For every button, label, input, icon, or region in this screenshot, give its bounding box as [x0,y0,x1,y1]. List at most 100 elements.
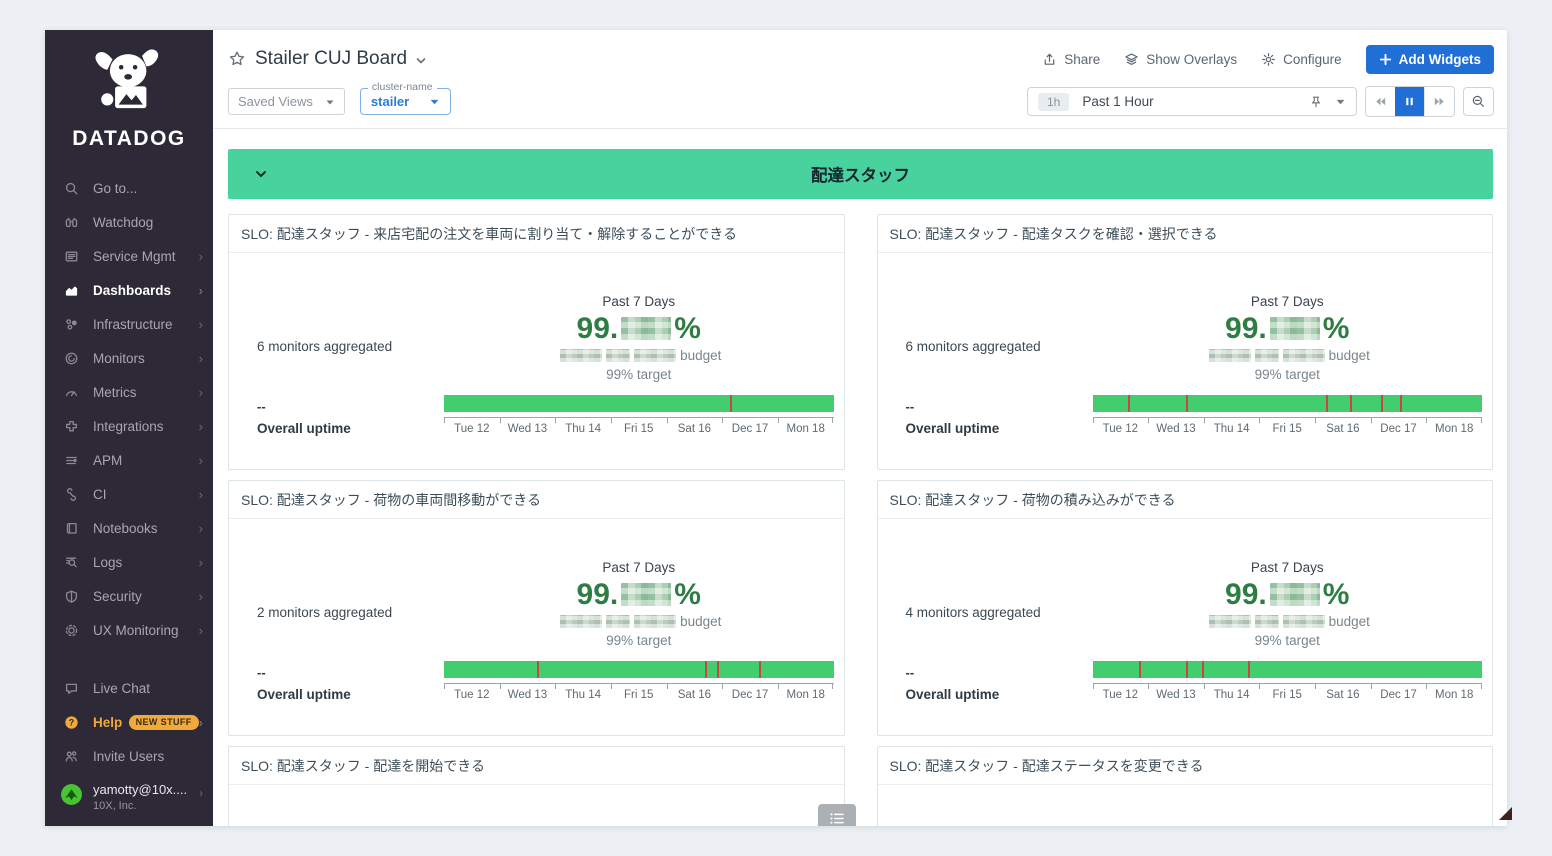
redacted-budget [560,349,602,362]
uptime-bar[interactable] [444,395,834,412]
magnifier-minus-icon [1471,94,1486,109]
incident-tick [537,661,539,678]
incident-tick [730,395,732,412]
axis-tick-label: Tue 12 [444,684,500,701]
slo-widget: SLO: 配達スタッフ - 荷物の積み込みができる 4 monitors agg… [877,480,1494,736]
sidebar: DATADOG Go to... › Watchdog › Service Mg… [45,30,213,826]
slo-widget: SLO: 配達スタッフ - 配達タスクを確認・選択できる 6 monitors … [877,214,1494,470]
slo-widget-title[interactable]: SLO: 配達スタッフ - 配達タスクを確認・選択できる [878,215,1493,253]
slo-percentage: 99.% [444,312,834,345]
sidebar-item-ux-monitoring[interactable]: UX Monitoring › [45,613,213,647]
overall-uptime-label: Overall uptime [257,421,351,436]
axis-tick-label: Sat 16 [1315,418,1371,435]
incident-tick [1248,661,1250,678]
sidebar-item-apm[interactable]: APM › [45,443,213,477]
slo-widget-title[interactable]: SLO: 配達スタッフ - 来店宅配の注文を車両に割り当て・解除することができる [229,215,844,253]
sidebar-item-infrastructure[interactable]: Infrastructure › [45,307,213,341]
sidebar-bottom-nav: Live Chat › ? Help NEW STUFF› Invite Use… [45,671,213,773]
incident-tick [1128,395,1130,412]
sidebar-spacer [45,647,213,671]
sidebar-item-monitors[interactable]: Monitors › [45,341,213,375]
group-title: 配達スタッフ [811,162,910,186]
sidebar-item-security[interactable]: Security › [45,579,213,613]
user-menu[interactable]: yamotty@10x.... 10X, Inc. › [45,775,213,826]
uptime-value: -- [906,399,1000,414]
list-icon [829,812,846,825]
sidebar-item-dashboards[interactable]: Dashboards › [45,273,213,307]
period-label: Past 7 Days [1093,560,1483,575]
caret-down-icon [325,97,335,107]
collapse-chevron-icon[interactable] [253,166,269,182]
sidebar-item-ci[interactable]: CI › [45,477,213,511]
axis-tick-label: Mon 18 [778,684,834,701]
uptime-bar[interactable] [1093,395,1483,412]
time-axis: Tue 12Wed 13Thu 14Fri 15Sat 16Dec 17Mon … [444,683,834,701]
sidebar-item-logs[interactable]: Logs › [45,545,213,579]
caret-down-icon [1335,96,1346,107]
jump-to-list-button[interactable] [818,804,856,826]
sidebar-item-metrics[interactable]: Metrics › [45,375,213,409]
sidebar-item-go-to[interactable]: Go to... › [45,171,213,205]
favorite-star-icon[interactable] [228,50,246,68]
axis-tick-label: Fri 15 [611,684,667,701]
time-forward-button[interactable] [1424,87,1454,116]
datadog-dog-icon [85,42,173,122]
monitors-aggregated-label: 6 monitors aggregated [906,339,1041,354]
redacted-budget [560,615,602,628]
error-budget-line: budget [444,614,834,629]
chevron-right-icon: › [199,318,203,331]
integrations-icon [63,418,80,435]
sidebar-item-help[interactable]: ? Help NEW STUFF› [45,705,213,739]
sidebar-item-watchdog[interactable]: Watchdog › [45,205,213,239]
chevron-right-icon: › [199,454,203,467]
incident-tick [717,661,719,678]
sidebar-item-service-mgmt[interactable]: Service Mgmt › [45,239,213,273]
datadog-logo[interactable]: DATADOG [45,30,213,155]
redacted-value [1270,583,1320,606]
period-label: Past 7 Days [444,294,834,309]
title-chevron-down-icon[interactable] [414,54,428,68]
axis-tick-label: Sat 16 [667,684,723,701]
slo-widget-title[interactable]: SLO: 配達スタッフ - 配達を開始できる [229,747,844,785]
share-button[interactable]: Share [1042,52,1100,67]
uptime-bar[interactable] [1093,661,1483,678]
incident-tick [1186,661,1188,678]
time-range-selector[interactable]: 1h Past 1 Hour [1027,87,1357,116]
axis-tick-label: Fri 15 [611,418,667,435]
time-pause-button[interactable] [1395,87,1424,116]
overlays-icon [1124,52,1139,67]
target-label: 99% target [1093,633,1483,648]
error-budget-line: budget [444,348,834,363]
chevron-right-icon: › [199,250,203,263]
slo-percentage: 99.% [1093,312,1483,345]
redacted-value [621,317,671,340]
show-overlays-button[interactable]: Show Overlays [1124,52,1237,67]
uptime-bar[interactable] [444,661,834,678]
share-icon [1042,52,1057,67]
dashboard-header: Stailer CUJ Board Share Show Overlays [213,30,1507,129]
sidebar-item-notebooks[interactable]: Notebooks › [45,511,213,545]
gear-icon [1261,52,1276,67]
caret-down-icon [429,96,440,107]
logs-icon [63,554,80,571]
configure-button[interactable]: Configure [1261,52,1342,67]
slo-widget-title[interactable]: SLO: 配達スタッフ - 荷物の車両間移動ができる [229,481,844,519]
add-widgets-button[interactable]: Add Widgets [1366,45,1494,74]
slo-widget-title[interactable]: SLO: 配達スタッフ - 配達ステータスを変更できる [878,747,1493,785]
chevron-right-icon: › [199,522,203,535]
sidebar-item-invite-users[interactable]: Invite Users › [45,739,213,773]
slo-widget: SLO: 配達スタッフ - 配達を開始できる [228,746,845,826]
sidebar-item-integrations[interactable]: Integrations › [45,409,213,443]
overall-uptime-label: Overall uptime [257,687,351,702]
template-variable-cluster-name[interactable]: cluster-name stailer [360,88,451,115]
axis-tick-label: Thu 14 [555,684,611,701]
group-header[interactable]: 配達スタッフ [228,149,1493,199]
slo-widget-title[interactable]: SLO: 配達スタッフ - 荷物の積み込みができる [878,481,1493,519]
new-stuff-badge: NEW STUFF [129,715,199,730]
sidebar-item-live-chat[interactable]: Live Chat › [45,671,213,705]
pin-icon[interactable] [1309,95,1323,109]
zoom-out-button[interactable] [1463,87,1494,116]
saved-views-dropdown[interactable]: Saved Views [228,88,345,115]
metrics-icon [63,384,80,401]
time-backward-button[interactable] [1366,87,1395,116]
